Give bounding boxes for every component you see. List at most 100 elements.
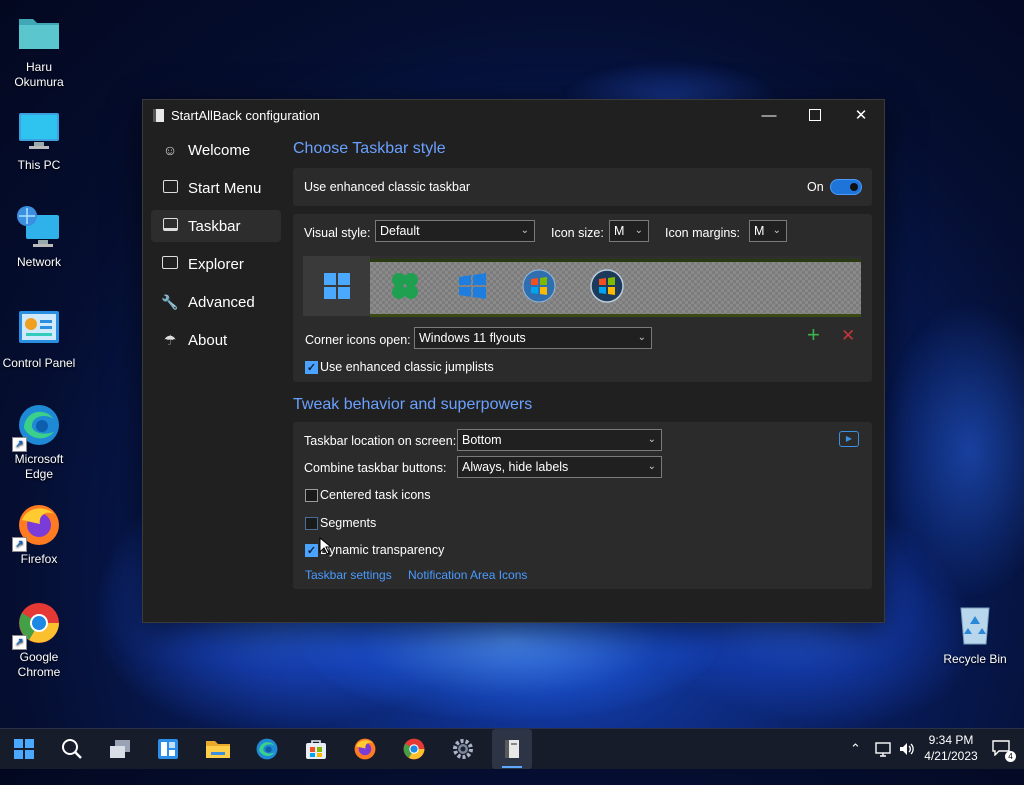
desktop-icon-label: This PC bbox=[17, 158, 61, 172]
task-view-button[interactable] bbox=[100, 729, 140, 769]
shortcut-arrow-icon: ↗ bbox=[12, 635, 27, 650]
show-hidden-icons-chevron-icon[interactable]: ⌃ bbox=[850, 741, 861, 757]
task-view-icon bbox=[110, 740, 130, 758]
desktop-icon-label: Haru Okumura bbox=[14, 60, 64, 89]
icon-size-select[interactable]: M ⌄ bbox=[609, 220, 649, 242]
volume-icon[interactable] bbox=[898, 740, 916, 758]
monitor-icon bbox=[16, 108, 62, 154]
sidebar-item-label: Start Menu bbox=[188, 179, 262, 197]
folder-icon bbox=[161, 256, 179, 272]
clover-logo-icon[interactable] bbox=[388, 269, 422, 303]
desktop-icon-this-pc[interactable]: This PC bbox=[0, 108, 78, 173]
taskbar-style-preview[interactable] bbox=[303, 256, 861, 317]
taskbar-settings-link[interactable]: Taskbar settings bbox=[305, 568, 392, 582]
segments-checkbox[interactable] bbox=[305, 517, 318, 530]
shortcut-arrow-icon: ↗ bbox=[12, 537, 27, 552]
close-button[interactable]: ✕ bbox=[838, 100, 884, 130]
start-button[interactable] bbox=[4, 729, 44, 769]
minimize-button[interactable]: — bbox=[746, 100, 792, 130]
segments-label: Segments bbox=[320, 516, 377, 530]
network-icon bbox=[16, 205, 62, 251]
settings-button[interactable] bbox=[443, 729, 483, 769]
visual-style-select[interactable]: Default ⌄ bbox=[375, 220, 535, 242]
store-icon bbox=[306, 740, 326, 759]
sidebar-item-explorer[interactable]: Explorer bbox=[151, 248, 281, 280]
taskbar-icon bbox=[161, 218, 179, 234]
notification-center-button[interactable]: 4 bbox=[992, 740, 1016, 762]
widgets-button[interactable] bbox=[148, 729, 188, 769]
desktop-icon-control-panel[interactable]: Control Panel bbox=[0, 306, 78, 371]
chevron-down-icon: ⌄ bbox=[634, 225, 643, 236]
dynamic-transparency-checkbox[interactable]: ✓ bbox=[305, 544, 318, 557]
clock[interactable]: 9:34 PM 4/21/2023 bbox=[920, 732, 982, 764]
network-icon[interactable] bbox=[874, 740, 892, 758]
windows10-logo-icon[interactable] bbox=[455, 269, 489, 303]
desktop-icon-label: Control Panel bbox=[2, 356, 76, 370]
sidebar-item-label: About bbox=[188, 331, 228, 349]
startallback-window: StartAllBack configuration — ✕ ☺ Welcome… bbox=[142, 99, 885, 623]
store-button[interactable] bbox=[296, 729, 336, 769]
corner-icons-select[interactable]: Windows 11 flyouts ⌄ bbox=[414, 327, 652, 349]
icon-margins-select[interactable]: M ⌄ bbox=[749, 220, 787, 242]
chrome-button[interactable] bbox=[394, 729, 434, 769]
desktop-icon-user-folder[interactable]: Haru Okumura bbox=[0, 10, 78, 90]
video-tutorial-icon[interactable]: ▶ bbox=[839, 431, 859, 447]
sidebar-item-welcome[interactable]: ☺ Welcome bbox=[151, 134, 281, 166]
search-icon bbox=[62, 739, 82, 759]
file-explorer-button[interactable] bbox=[198, 729, 238, 769]
desktop-icon-recycle-bin[interactable]: Recycle Bin bbox=[936, 602, 1014, 667]
chevron-down-icon: ⌄ bbox=[647, 434, 656, 445]
sidebar-item-label: Explorer bbox=[188, 255, 244, 273]
section-heading-tweak: Tweak behavior and superpowers bbox=[293, 396, 533, 413]
notification-area-icons-link[interactable]: Notification Area Icons bbox=[408, 568, 527, 582]
enhanced-jumplists-checkbox[interactable]: ✓ bbox=[305, 361, 318, 374]
firefox-button[interactable] bbox=[345, 729, 385, 769]
sidebar-item-label: Welcome bbox=[188, 141, 251, 159]
enhanced-jumplists-label: Use enhanced classic jumplists bbox=[320, 360, 494, 374]
clock-date: 4/21/2023 bbox=[924, 749, 978, 763]
desktop-icon-network[interactable]: Network bbox=[0, 205, 78, 270]
sidebar-item-about[interactable]: ☂ About bbox=[151, 324, 281, 356]
recycle-bin-icon bbox=[952, 602, 998, 648]
search-button[interactable] bbox=[52, 729, 92, 769]
startallback-button[interactable] bbox=[492, 729, 532, 769]
chrome-icon: ↗ bbox=[12, 600, 62, 650]
desktop-icon-firefox[interactable]: ↗ Firefox bbox=[0, 502, 78, 567]
window-title: StartAllBack configuration bbox=[171, 107, 320, 123]
centered-task-icons-checkbox[interactable] bbox=[305, 489, 318, 502]
chrome-icon bbox=[403, 738, 425, 760]
edge-button[interactable] bbox=[247, 729, 287, 769]
windows-vista-orb-icon[interactable] bbox=[590, 269, 624, 303]
title-bar[interactable]: StartAllBack configuration — ✕ bbox=[143, 100, 884, 130]
enhanced-taskbar-toggle[interactable] bbox=[830, 179, 862, 195]
remove-icon[interactable]: ✕ bbox=[841, 325, 855, 347]
desktop-icon-chrome[interactable]: ↗ Google Chrome bbox=[0, 600, 78, 680]
widgets-icon bbox=[158, 739, 178, 759]
visual-style-label: Visual style: bbox=[304, 226, 371, 240]
firefox-icon: ↗ bbox=[12, 502, 62, 552]
firefox-icon bbox=[354, 738, 376, 760]
tweak-options-card: Taskbar location on screen: Bottom ⌄ ▶ Co… bbox=[293, 422, 872, 589]
windows7-orb-icon[interactable] bbox=[522, 269, 556, 303]
sidebar-item-advanced[interactable]: 🔧 Advanced bbox=[151, 286, 281, 318]
sidebar-item-start-menu[interactable]: Start Menu bbox=[151, 172, 281, 204]
edge-icon bbox=[256, 738, 278, 760]
maximize-button[interactable] bbox=[792, 100, 838, 130]
chevron-down-icon: ⌄ bbox=[772, 225, 781, 236]
combine-buttons-select[interactable]: Always, hide labels ⌄ bbox=[457, 456, 662, 478]
chevron-down-icon: ⌄ bbox=[520, 225, 529, 236]
sidebar-item-taskbar[interactable]: Taskbar bbox=[151, 210, 281, 242]
start-menu-icon bbox=[161, 180, 179, 196]
style-options-card: Visual style: Default ⌄ Icon size: M ⌄ Ico… bbox=[293, 214, 872, 382]
folder-icon bbox=[16, 10, 62, 56]
desktop-icon-edge[interactable]: ↗ Microsoft Edge bbox=[0, 402, 78, 482]
add-icon[interactable]: + bbox=[807, 324, 820, 346]
desktop-icon-label: Network bbox=[16, 255, 61, 269]
folder-icon bbox=[206, 741, 230, 758]
preview-windows11-option[interactable] bbox=[303, 256, 370, 316]
info-icon: ☂ bbox=[163, 331, 177, 348]
taskbar-location-select[interactable]: Bottom ⌄ bbox=[457, 429, 662, 451]
shortcut-arrow-icon: ↗ bbox=[12, 437, 27, 452]
desktop-icon-label: Google Chrome bbox=[17, 650, 61, 679]
sidebar-nav: ☺ Welcome Start Menu Taskbar Explorer 🔧 … bbox=[151, 134, 281, 362]
